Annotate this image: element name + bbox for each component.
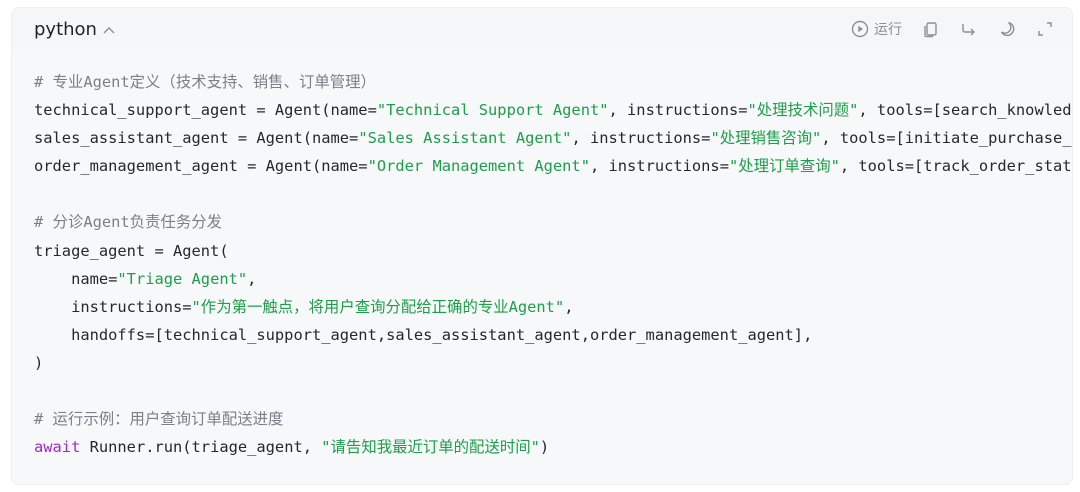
wrap-arrow-icon[interactable] [960,20,978,38]
code-token-text: handoffs=[technical_support_agent,sales_… [34,325,813,344]
code-line: ​ [34,377,1072,405]
moon-icon[interactable] [998,20,1016,38]
code-token-text: ) [34,353,44,372]
code-token-keyword: await [34,438,81,457]
code-token-comment: # 专业Agent定义（技术支持、销售、订单管理） [34,73,376,91]
copy-icon[interactable] [922,20,940,38]
code-token-string: "Technical Support Agent" [376,101,609,120]
code-content[interactable]: # 专业Agent定义（技术支持、销售、订单管理） technical_suppo… [12,50,1072,461]
code-token-text: name= [34,269,118,288]
expand-icon[interactable] [1036,20,1054,38]
code-token-string: "Order Management Agent" [367,157,590,176]
code-line: # 分诊Agent负责任务分发 [34,208,1072,236]
code-token-text: , [247,269,257,288]
code-line: technical_support_agent = Agent(name="Te… [34,96,1072,124]
code-token-string: "作为第一触点，将用户查询分配给正确的专业Agent" [191,297,565,316]
code-token-string: "处理技术问题" [747,101,859,120]
code-token-string: "Sales Assistant Agent" [358,129,572,148]
chevron-up-icon [103,22,115,38]
code-toolbar: 运行 [851,19,1054,39]
play-circle-icon [851,20,869,38]
code-line: ) [34,349,1072,377]
code-token-string: "Triage Agent" [117,269,248,288]
code-token-text: , instructions= [571,129,711,148]
code-token-text: sales_assistant_agent = Agent(name= [34,129,359,148]
code-line: # 运行示例：用户查询订单配送进度 [34,405,1072,433]
code-line: await Runner.run(triage_agent, "请告知我最近订单… [34,433,1072,461]
code-token-text: , tools=[track_order_status]) [839,157,1072,176]
code-block: python 运行 # 专业Agent定义（技术支持、销售、订单管理） tech… [11,7,1073,485]
code-line: triage_agent = Agent( [34,237,1072,265]
code-token-string: "请告知我最近订单的配送时间" [321,438,540,457]
code-token-text: order_management_agent = Agent(name= [34,157,368,176]
code-token-text: , instructions= [589,157,729,176]
code-line: handoffs=[technical_support_agent,sales_… [34,321,1072,349]
code-token-text: ) [539,438,550,457]
code-token-comment: # 运行示例：用户查询订单配送进度 [34,410,284,429]
code-token-text: instructions= [34,297,192,316]
run-button[interactable]: 运行 [851,19,902,39]
code-token-comment: # 分诊Agent负责任务分发 [34,213,222,232]
code-token-text: , tools=[initiate_purchase_order]) [821,129,1072,148]
language-selector[interactable]: python [34,19,115,40]
code-line: ​ [34,180,1072,208]
code-line: sales_assistant_agent = Agent(name="Sale… [34,124,1072,152]
code-block-header: python 运行 [12,8,1072,50]
code-token-text: , tools=[search_knowledge_base]) [858,101,1072,120]
run-label: 运行 [874,22,902,38]
code-token-text: , [564,297,574,316]
code-token-text: , instructions= [608,101,748,120]
code-token-text: technical_support_agent = Agent(name= [34,101,377,120]
language-label: python [34,18,97,40]
code-line: name="Triage Agent", [34,265,1072,293]
code-token-text: triage_agent = Agent( [34,241,229,260]
code-token-string: "处理销售咨询" [710,129,822,148]
code-token-string: "处理订单查询" [728,157,840,176]
code-line: instructions="作为第一触点，将用户查询分配给正确的专业Agent"… [34,293,1072,321]
code-line: order_management_agent = Agent(name="Ord… [34,152,1072,180]
code-token-text: Runner.run(triage_agent, [80,438,322,457]
code-line: # 专业Agent定义（技术支持、销售、订单管理） [34,68,1072,96]
